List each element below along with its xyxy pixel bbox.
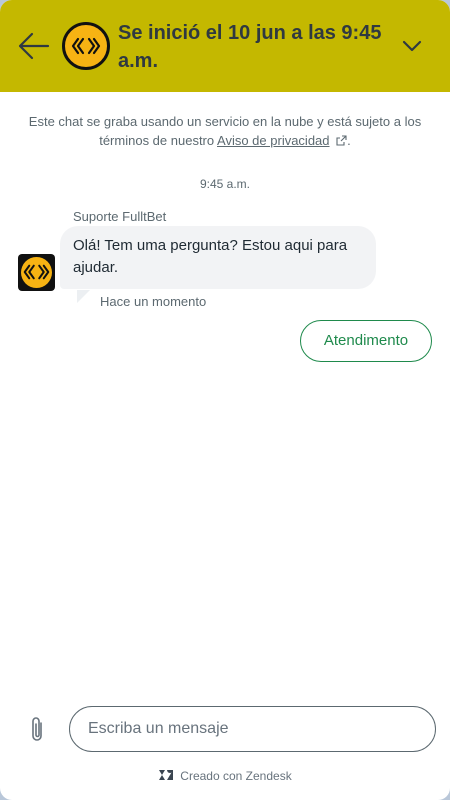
privacy-link[interactable]: Aviso de privacidad	[217, 133, 330, 148]
conversation-timestamp: 9:45 a.m.	[199, 177, 251, 191]
collapse-button[interactable]	[398, 32, 426, 60]
message-bubble: Olá! Tem uma pergunta? Estou aqui para a…	[60, 226, 376, 289]
zendesk-logo-icon	[159, 769, 174, 780]
arrow-left-icon	[18, 32, 50, 60]
quick-reply-button[interactable]: Atendimento	[300, 320, 432, 362]
privacy-notice: Este chat se graba usando un servicio en…	[18, 112, 432, 150]
message-input[interactable]	[69, 706, 436, 752]
message-tail	[77, 290, 90, 303]
avatar	[18, 254, 55, 291]
message-status: Hace un momento	[100, 294, 207, 309]
chat-header: Se inició el 10 jun a las 9:45 a.m.	[0, 0, 450, 92]
chat-widget: Se inició el 10 jun a las 9:45 a.m. Este…	[0, 0, 450, 800]
sender-name: Suporte FulltBet	[73, 209, 167, 224]
powered-by-footer[interactable]: Creado con Zendesk	[0, 768, 450, 783]
chat-title: Se inició el 10 jun a las 9:45 a.m.	[118, 22, 382, 72]
footer-label: Creado con Zendesk	[180, 768, 292, 783]
double-chevron-icon	[71, 37, 101, 55]
back-button[interactable]	[16, 30, 52, 62]
privacy-notice-suffix: .	[347, 133, 351, 148]
paperclip-icon	[32, 717, 42, 741]
chevron-down-icon	[402, 40, 422, 52]
brand-logo	[62, 22, 110, 70]
attach-button[interactable]	[25, 715, 49, 745]
external-link-icon	[336, 135, 347, 146]
double-chevron-icon	[23, 264, 50, 280]
